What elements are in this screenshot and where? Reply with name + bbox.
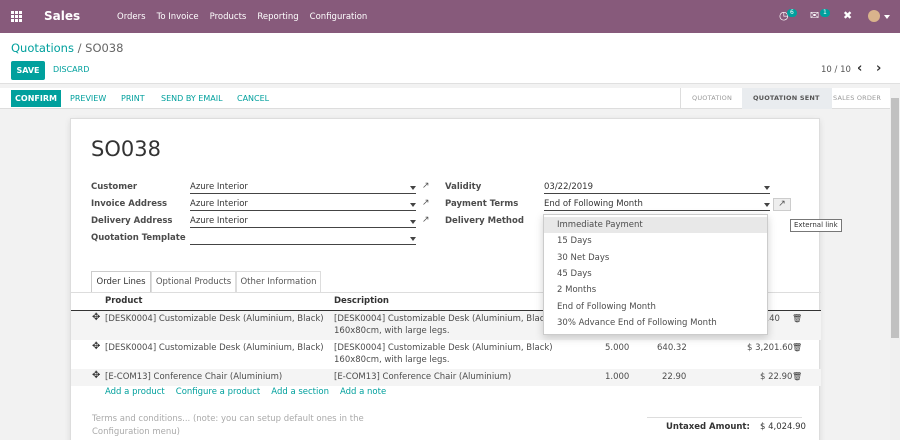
row-subtotal: $ 22.90 (760, 372, 793, 382)
send-by-email-button[interactable]: SEND BY EMAIL (161, 94, 223, 103)
page-scrollbar-thumb[interactable] (891, 98, 899, 338)
row-description: [DESK0004] Customizable Desk (Aluminium,… (334, 314, 553, 324)
order-line-actions: Add a product Configure a product Add a … (105, 387, 386, 397)
main-menu: Orders To Invoice Products Reporting Con… (117, 12, 367, 22)
invoice-address-field[interactable]: Azure Interior (190, 199, 416, 211)
row-subtotal: $ 3,201.60 (747, 343, 793, 353)
row-quantity: 5.000 (605, 343, 630, 353)
add-note-link[interactable]: Add a note (340, 387, 386, 397)
print-button[interactable]: PRINT (121, 94, 145, 103)
dropdown-option-immediate-payment[interactable]: Immediate Payment (544, 217, 767, 233)
table-row[interactable]: ✥ [E-COM13] Conference Chair (Aluminium)… (71, 369, 821, 386)
control-panel: Quotations / SO038 SAVE DISCARD 10 / 10 … (0, 33, 900, 84)
save-button[interactable]: SAVE (11, 61, 45, 80)
dropdown-option-2-months[interactable]: 2 Months (544, 282, 767, 298)
column-description[interactable]: Description (334, 296, 389, 306)
pager-previous-icon[interactable]: ‹ (857, 61, 862, 76)
delivery-address-label: Delivery Address (91, 216, 173, 226)
app-brand[interactable]: Sales (44, 9, 80, 23)
payment-terms-label: Payment Terms (445, 199, 519, 209)
customer-external-link-icon[interactable]: ↗ (422, 181, 430, 191)
status-stages: QUOTATION QUOTATION SENT SALES ORDER (680, 88, 900, 109)
dropdown-option-15-days[interactable]: 15 Days (544, 233, 767, 249)
payment-terms-field[interactable]: End of Following Month (544, 199, 770, 211)
drag-handle-icon[interactable]: ✥ (92, 312, 100, 323)
payment-terms-dropdown: Immediate Payment 15 Days 30 Net Days 45… (543, 214, 768, 335)
column-product[interactable]: Product (105, 296, 143, 306)
add-product-link[interactable]: Add a product (105, 387, 165, 397)
row-quantity: 1.000 (605, 372, 630, 382)
stage-sales-order[interactable]: SALES ORDER (833, 94, 881, 102)
delivery-external-link-icon[interactable]: ↗ (422, 215, 430, 225)
row-description-detail: 160x80cm, with large legs. (334, 326, 450, 336)
menu-products[interactable]: Products (210, 12, 247, 22)
messages-icon[interactable]: ✉ (810, 9, 819, 22)
menu-configuration[interactable]: Configuration (310, 12, 368, 22)
cancel-button[interactable]: CANCEL (237, 94, 269, 103)
breadcrumb-quotations[interactable]: Quotations (11, 41, 74, 55)
delivery-address-field[interactable]: Azure Interior (190, 216, 416, 228)
totals-divider (647, 417, 802, 418)
user-menu-chevron-icon[interactable] (884, 15, 890, 19)
add-section-link[interactable]: Add a section (271, 387, 329, 397)
row-unit-price: 22.90 (662, 372, 687, 382)
stage-quotation[interactable]: QUOTATION (692, 94, 732, 102)
user-avatar[interactable] (868, 10, 880, 22)
breadcrumb: Quotations / SO038 (11, 41, 123, 55)
order-title: SO038 (91, 137, 161, 161)
row-description-detail: 160x80cm, with large legs. (334, 355, 450, 365)
breadcrumb-current: SO038 (85, 41, 124, 55)
preview-button[interactable]: PREVIEW (70, 94, 106, 103)
terms-and-conditions-field[interactable]: Terms and conditions... (note: you can s… (92, 413, 402, 439)
tab-optional-products[interactable]: Optional Products (151, 271, 236, 293)
form-statusbar: CONFIRM PREVIEW PRINT SEND BY EMAIL CANC… (0, 88, 900, 109)
external-link-tooltip: External link (790, 219, 842, 232)
pager-next-icon[interactable]: › (876, 61, 881, 76)
dropdown-option-30-net-days[interactable]: 30 Net Days (544, 250, 767, 266)
delivery-method-label: Delivery Method (445, 216, 524, 226)
payment-terms-external-link-icon[interactable]: ↗ (773, 198, 791, 211)
customer-label: Customer (91, 182, 138, 192)
confirm-button[interactable]: CONFIRM (11, 90, 61, 107)
untaxed-amount-label: Untaxed Amount: (666, 422, 750, 432)
untaxed-amount-value: $ 4,024.90 (760, 422, 806, 432)
pager-value[interactable]: 10 / 10 (821, 65, 851, 75)
menu-to-invoice[interactable]: To Invoice (157, 12, 199, 22)
table-row[interactable]: ✥ [DESK0004] Customizable Desk (Aluminiu… (71, 340, 821, 369)
apps-menu-icon[interactable] (11, 11, 22, 22)
delete-row-icon[interactable]: 🗑 (792, 314, 802, 323)
dropdown-option-end-of-following-month[interactable]: End of Following Month (544, 299, 767, 315)
menu-reporting[interactable]: Reporting (257, 12, 298, 22)
customer-field[interactable]: Azure Interior (190, 182, 416, 194)
menu-orders[interactable]: Orders (117, 12, 146, 22)
row-product: [DESK0004] Customizable Desk (Aluminium,… (105, 314, 324, 324)
row-product: [E-COM13] Conference Chair (Aluminium) (105, 372, 283, 382)
delete-row-icon[interactable]: 🗑 (792, 372, 802, 381)
invoice-external-link-icon[interactable]: ↗ (422, 198, 430, 208)
row-unit-price: 640.32 (657, 343, 687, 353)
quotation-template-label: Quotation Template (91, 233, 186, 243)
validity-field[interactable]: 03/22/2019 (544, 182, 770, 194)
configure-product-link[interactable]: Configure a product (176, 387, 261, 397)
drag-handle-icon[interactable]: ✥ (92, 370, 100, 381)
debug-tools-icon[interactable]: ✖ (843, 9, 852, 22)
validity-label: Validity (445, 182, 482, 192)
delete-row-icon[interactable]: 🗑 (792, 343, 802, 352)
stage-quotation-sent[interactable]: QUOTATION SENT (753, 94, 820, 102)
quotation-template-field[interactable] (190, 233, 416, 245)
activity-badge: 6 (787, 9, 797, 17)
discard-button[interactable]: DISCARD (53, 65, 89, 74)
dropdown-option-30-advance[interactable]: 30% Advance End of Following Month (544, 315, 767, 331)
messages-badge: 1 (820, 9, 830, 17)
invoice-address-label: Invoice Address (91, 199, 168, 209)
breadcrumb-separator: / (77, 41, 82, 55)
row-product: [DESK0004] Customizable Desk (Aluminium,… (105, 343, 324, 353)
row-description: [E-COM13] Conference Chair (Aluminium) (334, 372, 512, 382)
drag-handle-icon[interactable]: ✥ (92, 341, 100, 352)
dropdown-option-45-days[interactable]: 45 Days (544, 266, 767, 282)
tab-other-information[interactable]: Other Information (236, 271, 321, 293)
tab-order-lines[interactable]: Order Lines (91, 271, 151, 293)
row-description: [DESK0004] Customizable Desk (Aluminium,… (334, 343, 553, 353)
top-navbar: Sales Orders To Invoice Products Reporti… (0, 0, 900, 33)
